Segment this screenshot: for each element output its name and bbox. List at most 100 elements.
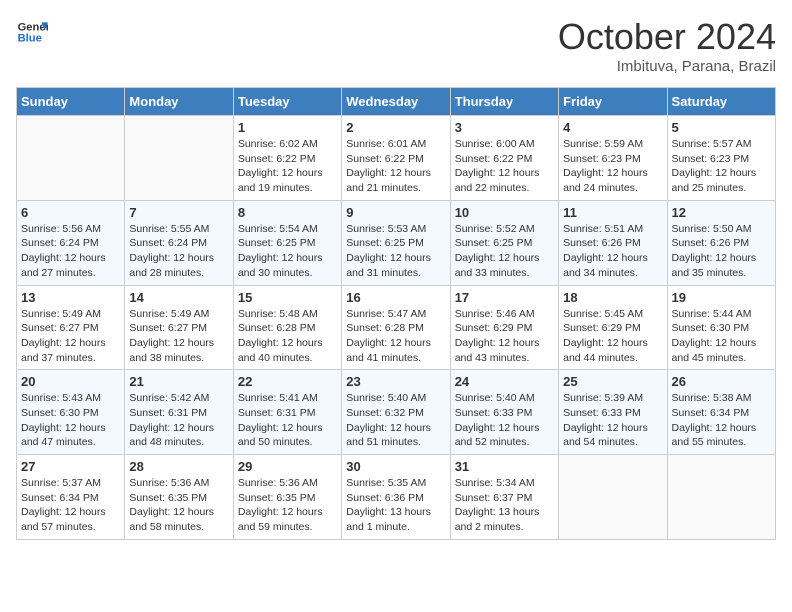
day-number: 11 bbox=[563, 205, 662, 220]
day-number: 8 bbox=[238, 205, 337, 220]
day-info: Sunrise: 5:45 AMSunset: 6:29 PMDaylight:… bbox=[563, 307, 662, 366]
day-number: 13 bbox=[21, 290, 120, 305]
location-subtitle: Imbituva, Parana, Brazil bbox=[558, 58, 776, 75]
calendar-week-row: 1 Sunrise: 6:02 AMSunset: 6:22 PMDaylight… bbox=[17, 116, 776, 201]
calendar-cell: 1 Sunrise: 6:02 AMSunset: 6:22 PMDaylight… bbox=[233, 116, 341, 201]
calendar-cell: 19 Sunrise: 5:44 AMSunset: 6:30 PMDayligh… bbox=[667, 285, 775, 370]
calendar-day-header: Wednesday bbox=[342, 88, 450, 116]
day-number: 15 bbox=[238, 290, 337, 305]
day-number: 26 bbox=[672, 374, 771, 389]
day-info: Sunrise: 5:51 AMSunset: 6:26 PMDaylight:… bbox=[563, 222, 662, 281]
day-number: 25 bbox=[563, 374, 662, 389]
day-info: Sunrise: 6:00 AMSunset: 6:22 PMDaylight:… bbox=[455, 137, 554, 196]
day-info: Sunrise: 5:37 AMSunset: 6:34 PMDaylight:… bbox=[21, 476, 120, 535]
calendar-day-header: Thursday bbox=[450, 88, 558, 116]
day-number: 19 bbox=[672, 290, 771, 305]
calendar-day-header: Sunday bbox=[17, 88, 125, 116]
day-number: 24 bbox=[455, 374, 554, 389]
day-number: 28 bbox=[129, 459, 228, 474]
calendar-week-row: 13 Sunrise: 5:49 AMSunset: 6:27 PMDayligh… bbox=[17, 285, 776, 370]
calendar-cell: 30Sunrise: 5:35 AMSunset: 6:36 PMDayligh… bbox=[342, 455, 450, 540]
day-number: 10 bbox=[455, 205, 554, 220]
calendar-cell: 26Sunrise: 5:38 AMSunset: 6:34 PMDayligh… bbox=[667, 370, 775, 455]
calendar-cell: 24 Sunrise: 5:40 AMSunset: 6:33 PMDayligh… bbox=[450, 370, 558, 455]
page-header: General Blue October 2024 Imbituva, Para… bbox=[16, 16, 776, 75]
calendar-cell bbox=[667, 455, 775, 540]
day-info: Sunrise: 5:44 AMSunset: 6:30 PMDaylight:… bbox=[672, 307, 771, 366]
day-info: Sunrise: 5:57 AMSunset: 6:23 PMDaylight:… bbox=[672, 137, 771, 196]
day-info: Sunrise: 5:54 AMSunset: 6:25 PMDaylight:… bbox=[238, 222, 337, 281]
calendar-cell: 25 Sunrise: 5:39 AMSunset: 6:33 PMDayligh… bbox=[559, 370, 667, 455]
svg-text:Blue: Blue bbox=[18, 33, 42, 45]
day-info: Sunrise: 5:49 AMSunset: 6:27 PMDaylight:… bbox=[21, 307, 120, 366]
calendar-body: 1 Sunrise: 6:02 AMSunset: 6:22 PMDaylight… bbox=[17, 116, 776, 540]
day-number: 7 bbox=[129, 205, 228, 220]
day-info: Sunrise: 5:39 AMSunset: 6:33 PMDaylight:… bbox=[563, 391, 662, 450]
day-number: 18 bbox=[563, 290, 662, 305]
day-info: Sunrise: 5:43 AMSunset: 6:30 PMDaylight:… bbox=[21, 391, 120, 450]
calendar-day-header: Tuesday bbox=[233, 88, 341, 116]
calendar-cell: 31Sunrise: 5:34 AMSunset: 6:37 PMDayligh… bbox=[450, 455, 558, 540]
day-number: 14 bbox=[129, 290, 228, 305]
day-number: 4 bbox=[563, 120, 662, 135]
calendar-table: SundayMondayTuesdayWednesdayThursdayFrid… bbox=[16, 87, 776, 540]
calendar-cell bbox=[17, 116, 125, 201]
day-number: 5 bbox=[672, 120, 771, 135]
day-number: 9 bbox=[346, 205, 445, 220]
calendar-cell: 9 Sunrise: 5:53 AMSunset: 6:25 PMDaylight… bbox=[342, 200, 450, 285]
calendar-cell: 2 Sunrise: 6:01 AMSunset: 6:22 PMDaylight… bbox=[342, 116, 450, 201]
calendar-cell: 23 Sunrise: 5:40 AMSunset: 6:32 PMDayligh… bbox=[342, 370, 450, 455]
day-number: 2 bbox=[346, 120, 445, 135]
day-info: Sunrise: 5:35 AMSunset: 6:36 PMDaylight:… bbox=[346, 476, 445, 535]
day-info: Sunrise: 5:56 AMSunset: 6:24 PMDaylight:… bbox=[21, 222, 120, 281]
day-number: 12 bbox=[672, 205, 771, 220]
calendar-cell: 18 Sunrise: 5:45 AMSunset: 6:29 PMDayligh… bbox=[559, 285, 667, 370]
calendar-cell: 28 Sunrise: 5:36 AMSunset: 6:35 PMDayligh… bbox=[125, 455, 233, 540]
calendar-cell: 5 Sunrise: 5:57 AMSunset: 6:23 PMDaylight… bbox=[667, 116, 775, 201]
calendar-cell: 6 Sunrise: 5:56 AMSunset: 6:24 PMDaylight… bbox=[17, 200, 125, 285]
calendar-cell: 17Sunrise: 5:46 AMSunset: 6:29 PMDayligh… bbox=[450, 285, 558, 370]
day-info: Sunrise: 5:55 AMSunset: 6:24 PMDaylight:… bbox=[129, 222, 228, 281]
calendar-cell: 27Sunrise: 5:37 AMSunset: 6:34 PMDayligh… bbox=[17, 455, 125, 540]
title-block: October 2024 Imbituva, Parana, Brazil bbox=[558, 16, 776, 75]
calendar-cell: 7 Sunrise: 5:55 AMSunset: 6:24 PMDaylight… bbox=[125, 200, 233, 285]
day-info: Sunrise: 6:01 AMSunset: 6:22 PMDaylight:… bbox=[346, 137, 445, 196]
calendar-cell: 11 Sunrise: 5:51 AMSunset: 6:26 PMDayligh… bbox=[559, 200, 667, 285]
day-number: 1 bbox=[238, 120, 337, 135]
calendar-cell bbox=[559, 455, 667, 540]
calendar-week-row: 27Sunrise: 5:37 AMSunset: 6:34 PMDayligh… bbox=[17, 455, 776, 540]
day-info: Sunrise: 5:42 AMSunset: 6:31 PMDaylight:… bbox=[129, 391, 228, 450]
calendar-cell: 29Sunrise: 5:36 AMSunset: 6:35 PMDayligh… bbox=[233, 455, 341, 540]
day-info: Sunrise: 6:02 AMSunset: 6:22 PMDaylight:… bbox=[238, 137, 337, 196]
logo: General Blue bbox=[16, 16, 48, 48]
calendar-day-header: Saturday bbox=[667, 88, 775, 116]
calendar-week-row: 20 Sunrise: 5:43 AMSunset: 6:30 PMDayligh… bbox=[17, 370, 776, 455]
day-number: 23 bbox=[346, 374, 445, 389]
month-title: October 2024 bbox=[558, 16, 776, 58]
day-info: Sunrise: 5:48 AMSunset: 6:28 PMDaylight:… bbox=[238, 307, 337, 366]
day-info: Sunrise: 5:59 AMSunset: 6:23 PMDaylight:… bbox=[563, 137, 662, 196]
logo-icon: General Blue bbox=[16, 16, 48, 48]
day-info: Sunrise: 5:40 AMSunset: 6:32 PMDaylight:… bbox=[346, 391, 445, 450]
calendar-cell: 20 Sunrise: 5:43 AMSunset: 6:30 PMDayligh… bbox=[17, 370, 125, 455]
calendar-cell: 10 Sunrise: 5:52 AMSunset: 6:25 PMDayligh… bbox=[450, 200, 558, 285]
calendar-cell: 4 Sunrise: 5:59 AMSunset: 6:23 PMDaylight… bbox=[559, 116, 667, 201]
day-number: 31 bbox=[455, 459, 554, 474]
day-info: Sunrise: 5:53 AMSunset: 6:25 PMDaylight:… bbox=[346, 222, 445, 281]
day-number: 6 bbox=[21, 205, 120, 220]
calendar-day-header: Friday bbox=[559, 88, 667, 116]
calendar-cell: 3Sunrise: 6:00 AMSunset: 6:22 PMDaylight… bbox=[450, 116, 558, 201]
day-info: Sunrise: 5:40 AMSunset: 6:33 PMDaylight:… bbox=[455, 391, 554, 450]
day-info: Sunrise: 5:50 AMSunset: 6:26 PMDaylight:… bbox=[672, 222, 771, 281]
calendar-header-row: SundayMondayTuesdayWednesdayThursdayFrid… bbox=[17, 88, 776, 116]
day-info: Sunrise: 5:49 AMSunset: 6:27 PMDaylight:… bbox=[129, 307, 228, 366]
day-number: 21 bbox=[129, 374, 228, 389]
calendar-cell: 21 Sunrise: 5:42 AMSunset: 6:31 PMDayligh… bbox=[125, 370, 233, 455]
day-number: 22 bbox=[238, 374, 337, 389]
calendar-week-row: 6 Sunrise: 5:56 AMSunset: 6:24 PMDaylight… bbox=[17, 200, 776, 285]
day-info: Sunrise: 5:41 AMSunset: 6:31 PMDaylight:… bbox=[238, 391, 337, 450]
day-info: Sunrise: 5:52 AMSunset: 6:25 PMDaylight:… bbox=[455, 222, 554, 281]
day-info: Sunrise: 5:36 AMSunset: 6:35 PMDaylight:… bbox=[129, 476, 228, 535]
calendar-cell: 15 Sunrise: 5:48 AMSunset: 6:28 PMDayligh… bbox=[233, 285, 341, 370]
day-number: 20 bbox=[21, 374, 120, 389]
